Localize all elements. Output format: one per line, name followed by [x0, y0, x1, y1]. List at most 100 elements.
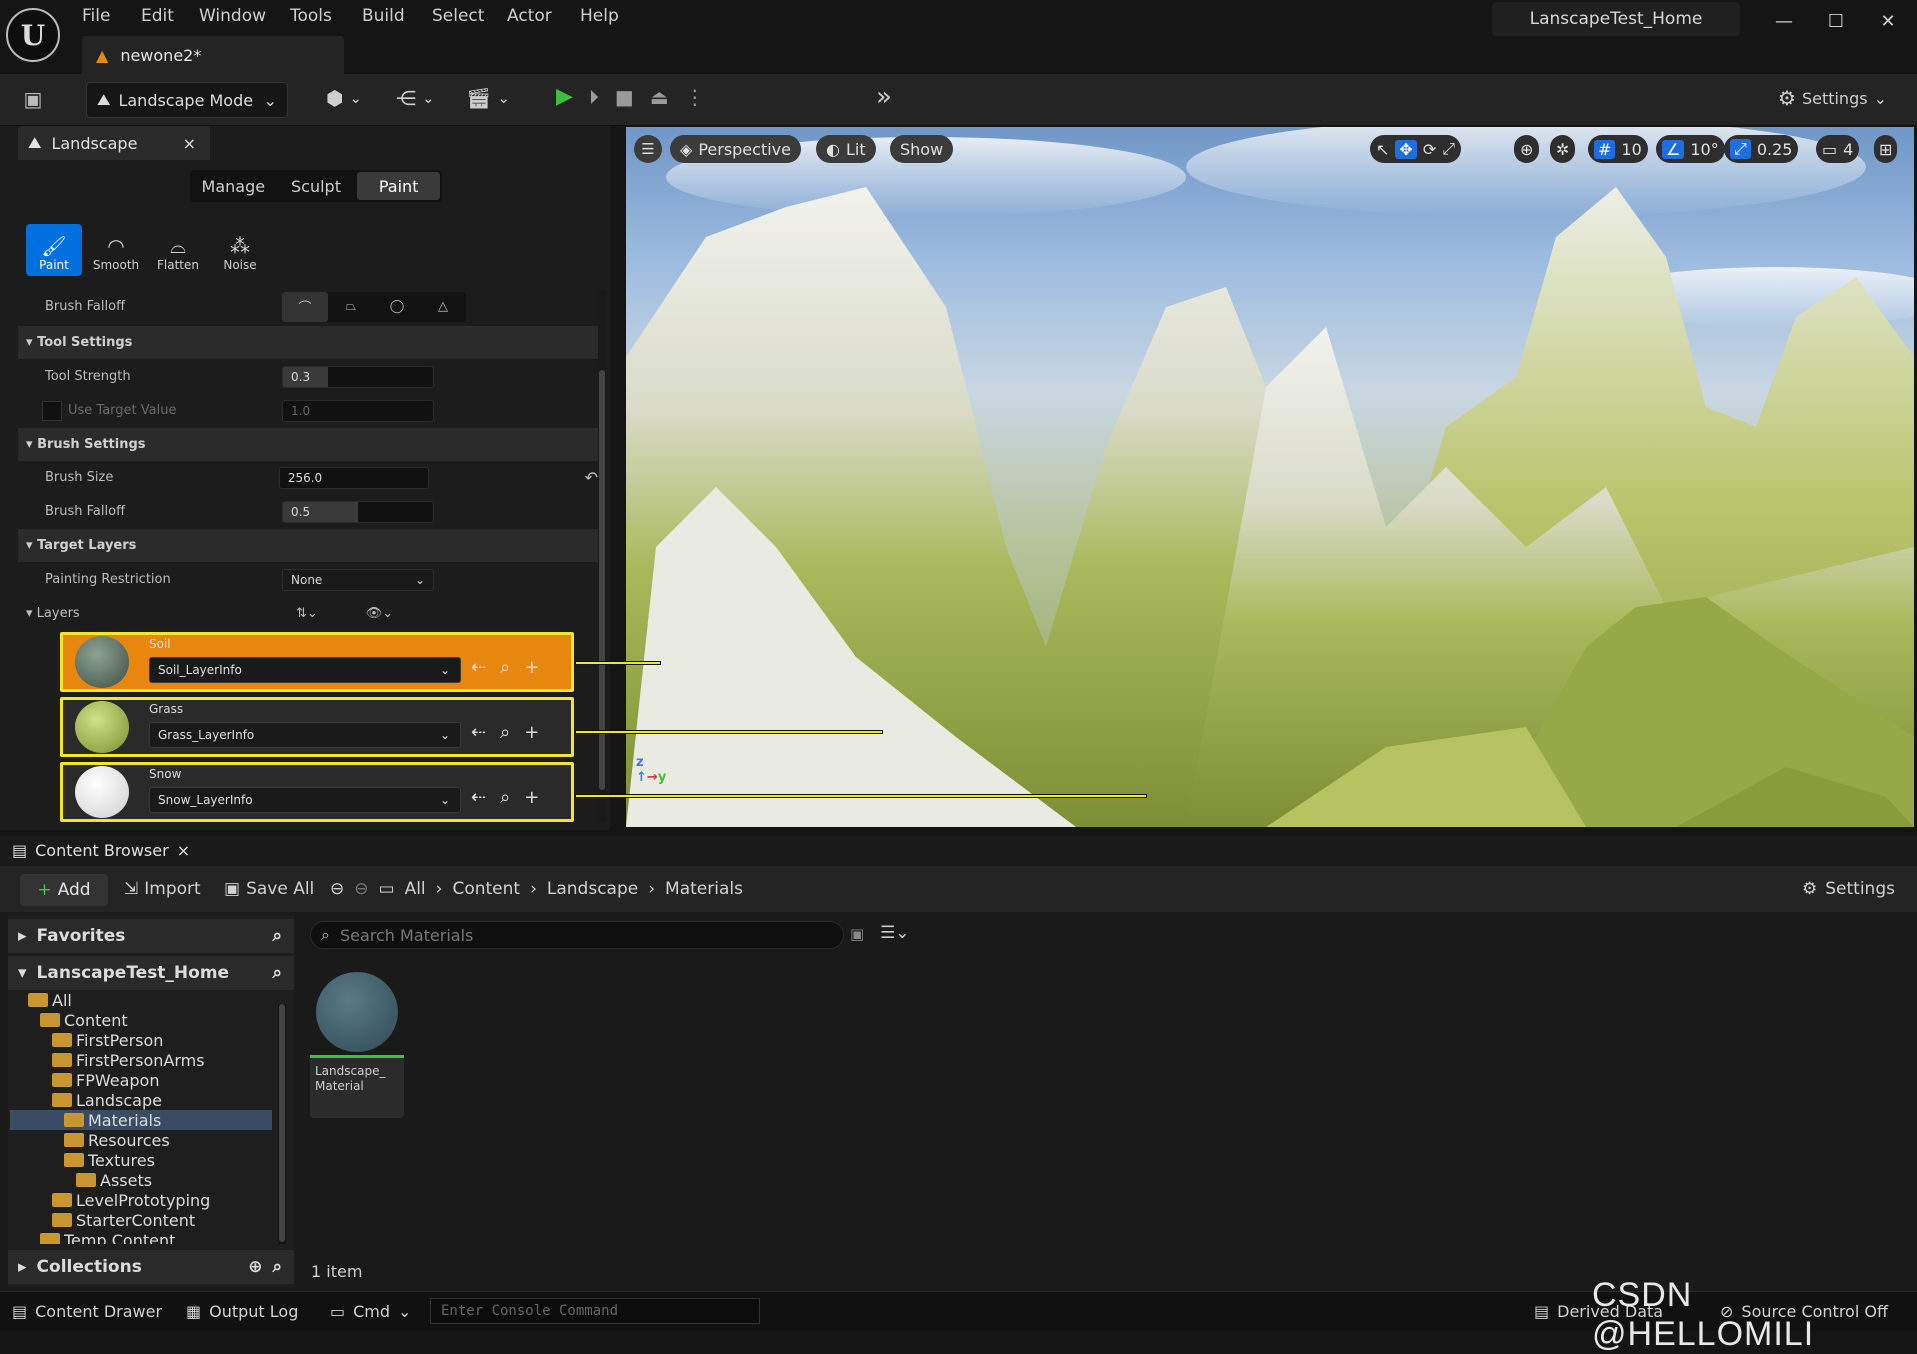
menu-file[interactable]: File	[82, 0, 110, 32]
brush-falloff-slider[interactable]: 0.5	[282, 500, 434, 523]
layer-soil-info-dropdown[interactable]: Soil_LayerInfo ⌄	[149, 657, 461, 683]
import-button[interactable]: ⇲ Import	[124, 879, 201, 899]
world-local-toggle[interactable]: ⊕	[1514, 135, 1540, 163]
breadcrumb-all[interactable]: All	[405, 879, 426, 899]
folder-tree-item[interactable]: FirstPerson	[10, 1030, 272, 1050]
more-options-icon[interactable]: ⋮	[685, 85, 705, 109]
search-icon[interactable]: ⌕	[272, 963, 282, 983]
falloff-spherical-icon[interactable]: ◯	[374, 292, 420, 322]
toolbar-settings-button[interactable]: ⚙ Settings ⌄	[1778, 86, 1887, 110]
output-log-button[interactable]: ▦ Output Log	[186, 1296, 298, 1326]
show-button[interactable]: Show	[890, 135, 954, 163]
close-window-icon[interactable]: ✕	[1870, 6, 1906, 36]
tool-flatten[interactable]: ⌓ Flatten	[150, 224, 206, 276]
layer-grass[interactable]: Grass Grass_LayerInfo ⌄ ⇠ ⌕ +	[60, 697, 574, 757]
layer-visibility-icon[interactable]: 👁︎⌄	[366, 606, 393, 621]
breadcrumb-landscape[interactable]: Landscape	[547, 879, 638, 899]
use-selected-asset-icon[interactable]: ⇠	[471, 722, 486, 743]
tree-scrollbar[interactable]	[278, 1004, 286, 1244]
folder-tree-item[interactable]: FirstPersonArms	[10, 1050, 272, 1070]
falloff-tip-icon[interactable]: △	[420, 292, 466, 322]
minimize-icon[interactable]: —	[1766, 6, 1802, 36]
collections-header[interactable]: ▸ Collections ⊕ ⌕	[8, 1250, 294, 1284]
viewport-menu-icon[interactable]: ☰	[634, 135, 662, 163]
breadcrumb-materials[interactable]: Materials	[665, 879, 743, 899]
tool-settings-header[interactable]: ▾ Tool Settings	[18, 326, 598, 359]
save-icon[interactable]: ▣	[18, 84, 48, 114]
landscape-tab[interactable]: ⛰ Landscape ×	[18, 126, 210, 160]
browse-asset-icon[interactable]: ⌕	[500, 722, 510, 743]
menu-window[interactable]: Window	[199, 0, 266, 32]
brush-size-field[interactable]: 256.0	[278, 466, 429, 489]
breadcrumb-content[interactable]: Content	[452, 879, 520, 899]
back-icon[interactable]: ⊖	[330, 879, 344, 899]
folder-tree-item[interactable]: All	[10, 990, 272, 1010]
folder-tree-item[interactable]: StarterContent	[10, 1210, 272, 1230]
add-button[interactable]: + Add	[20, 874, 108, 906]
close-tab-icon[interactable]: ×	[177, 841, 190, 860]
folder-tree-item[interactable]: Textures	[10, 1150, 272, 1170]
save-search-icon[interactable]: ▣	[850, 925, 864, 943]
folder-tree-item[interactable]: Landscape	[10, 1090, 272, 1110]
tool-smooth[interactable]: ◠ Smooth	[88, 224, 144, 276]
add-collection-icon[interactable]: ⊕	[248, 1257, 262, 1277]
translate-icon[interactable]: ✥	[1395, 139, 1417, 159]
project-header[interactable]: ▾ LanscapeTest_Home ⌕	[8, 956, 294, 990]
scale-icon[interactable]: ⤢	[1442, 139, 1455, 159]
menu-build[interactable]: Build	[362, 0, 405, 32]
grid-snap[interactable]: #10	[1588, 135, 1648, 163]
perspective-button[interactable]: ◈ Perspective	[670, 135, 801, 163]
expand-toolbar-icon[interactable]: »	[876, 82, 892, 112]
mode-manage[interactable]: Manage	[192, 172, 275, 200]
menu-tools[interactable]: Tools	[290, 0, 332, 32]
menu-edit[interactable]: Edit	[141, 0, 174, 32]
maximize-viewport-icon[interactable]: ⊞	[1874, 135, 1898, 163]
content-browser-settings-button[interactable]: ⚙ Settings	[1802, 879, 1895, 899]
filter-icon[interactable]: ☰⌄	[880, 923, 909, 943]
folder-tree-item[interactable]: Assets	[10, 1170, 272, 1190]
browse-asset-icon[interactable]: ⌕	[500, 787, 510, 808]
content-drawer-button[interactable]: ▤ Content Drawer	[12, 1296, 162, 1326]
reset-icon[interactable]: ↶	[585, 468, 598, 487]
menu-help[interactable]: Help	[580, 0, 619, 32]
favorites-header[interactable]: ▸ Favorites ⌕	[8, 919, 294, 953]
surface-snap-toggle[interactable]: ✲	[1550, 135, 1576, 163]
select-icon[interactable]: ↖	[1376, 140, 1389, 159]
brush-settings-header[interactable]: ▾ Brush Settings	[18, 428, 598, 461]
falloff-smooth-icon[interactable]: ⌒	[282, 291, 328, 322]
panel-scrollbar-thumb[interactable]	[599, 370, 605, 790]
save-all-button[interactable]: ▣ Save All	[224, 879, 314, 899]
use-selected-asset-icon[interactable]: ⇠	[471, 657, 486, 678]
falloff-linear-icon[interactable]: ⏢	[328, 292, 374, 322]
level-viewport[interactable]: ☰ ◈ Perspective ◐ Lit Show ↖ ✥ ⟳ ⤢ ⊕ ✲ #10…	[626, 127, 1914, 827]
step-icon[interactable]: ⏵︎	[589, 85, 599, 109]
camera-speed[interactable]: ▭ 4	[1816, 135, 1860, 163]
stop-icon[interactable]: ■	[615, 85, 634, 109]
mode-paint[interactable]: Paint	[357, 172, 441, 200]
asset-tile[interactable]: Landscape_ Material	[310, 966, 404, 1118]
search-input[interactable]: ⌕ Search Materials	[310, 921, 844, 949]
document-tab[interactable]: ▲ newone2*	[82, 36, 344, 74]
folder-tree-item[interactable]: Content	[10, 1010, 272, 1030]
use-selected-asset-icon[interactable]: ⇠	[471, 787, 486, 808]
forward-icon[interactable]: ⊖	[354, 879, 368, 899]
use-target-checkbox[interactable]	[42, 400, 62, 421]
folder-tree-item[interactable]: LevelPrototyping	[10, 1190, 272, 1210]
add-layer-info-icon[interactable]: +	[524, 657, 539, 678]
close-tab-icon[interactable]: ×	[183, 134, 196, 153]
menu-actor[interactable]: Actor	[507, 0, 552, 32]
menu-select[interactable]: Select	[432, 0, 484, 32]
folder-tree-item[interactable]: FPWeapon	[10, 1070, 272, 1090]
rotate-icon[interactable]: ⟳	[1423, 140, 1436, 159]
folder-tree-item[interactable]: Temp Content	[10, 1230, 272, 1244]
panel-scrollbar[interactable]	[598, 290, 606, 822]
add-actor-button[interactable]: ⬢ ⌄	[326, 86, 362, 110]
lit-button[interactable]: ◐ Lit	[816, 135, 876, 163]
browse-asset-icon[interactable]: ⌕	[500, 657, 510, 678]
folder-tree-item[interactable]: Resources	[10, 1130, 272, 1150]
content-browser-tab[interactable]: ▤ Content Browser ×	[6, 836, 198, 864]
folder-tree-item[interactable]: Materials	[10, 1110, 272, 1130]
tool-strength-slider[interactable]: 0.3	[282, 365, 434, 388]
layer-snow[interactable]: Snow Snow_LayerInfo ⌄ ⇠ ⌕ +	[60, 762, 574, 822]
mode-sculpt[interactable]: Sculpt	[275, 172, 358, 200]
